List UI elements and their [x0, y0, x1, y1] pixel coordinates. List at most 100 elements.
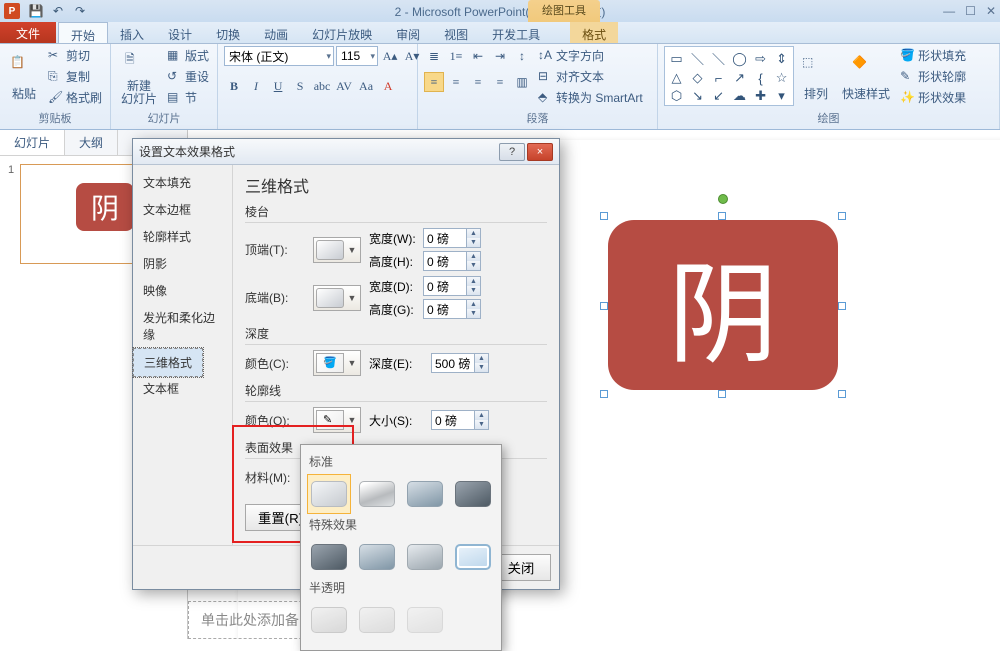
shape-star-icon[interactable]: ☆ [772, 70, 791, 86]
shape-hex-icon[interactable]: ⬡ [667, 88, 686, 104]
nav-3d-format[interactable]: 三维格式 [133, 348, 203, 377]
decrease-indent-icon[interactable]: ⇤ [468, 46, 488, 66]
material-option-flat[interactable] [403, 537, 447, 577]
shape-cloud-icon[interactable]: ☁ [730, 88, 749, 104]
cut-button[interactable]: ✂剪切 [46, 46, 104, 64]
dialog-titlebar[interactable]: 设置文本效果格式 ? × [133, 139, 559, 165]
paste-button[interactable]: 📋 粘贴 [6, 46, 42, 110]
material-option-powder[interactable] [307, 600, 351, 640]
material-option-metal[interactable] [451, 474, 495, 514]
top-height-spinner[interactable]: ▲▼ [423, 251, 481, 271]
font-name-combo[interactable]: 宋体 (正文) [224, 46, 334, 66]
resize-handle-w[interactable] [600, 302, 608, 310]
resize-handle-se[interactable] [838, 390, 846, 398]
convert-smartart-button[interactable]: ⬘转换为 SmartArt [536, 88, 645, 106]
redo-icon[interactable]: ↷ [72, 3, 88, 19]
material-option-soft-edge[interactable] [355, 537, 399, 577]
text-direction-button[interactable]: ↕A文字方向 [536, 46, 645, 64]
spin-down-icon[interactable]: ▼ [466, 238, 480, 247]
minimize-icon[interactable]: — [943, 4, 955, 18]
justify-icon[interactable]: ≡ [490, 72, 510, 92]
rotation-handle[interactable] [718, 194, 728, 204]
spin-up-icon[interactable]: ▲ [466, 277, 480, 286]
resize-handle-n[interactable] [718, 212, 726, 220]
shape-more-icon[interactable]: ▾ [772, 88, 791, 104]
numbering-icon[interactable]: 1≡ [446, 46, 466, 66]
shapes-gallery[interactable]: ▭ ＼ ＼ ◯ ⇨ ⇕ △ ◇ ⌐ ↗ { ☆ ⬡ ↘ ↙ ☁ ✚ ▾ [664, 46, 794, 106]
spin-up-icon[interactable]: ▲ [466, 229, 480, 238]
format-painter-button[interactable]: 🖌格式刷 [46, 88, 104, 106]
material-option-wireframe[interactable] [451, 537, 495, 577]
align-right-icon[interactable]: ≡ [468, 72, 488, 92]
section-button[interactable]: ▤节 [165, 88, 211, 106]
depth-spinner[interactable]: ▲▼ [431, 353, 489, 373]
tab-slides-thumbs[interactable]: 幻灯片 [0, 130, 65, 155]
increase-indent-icon[interactable]: ⇥ [490, 46, 510, 66]
shape-rect-icon[interactable]: ▭ [667, 49, 686, 68]
resize-handle-ne[interactable] [838, 212, 846, 220]
maximize-icon[interactable]: ☐ [965, 4, 976, 18]
strikethrough-button[interactable]: S [290, 76, 310, 96]
italic-button[interactable]: I [246, 76, 266, 96]
spin-up-icon[interactable]: ▲ [466, 300, 480, 309]
quick-styles-button[interactable]: 🔶 快速样式 [838, 46, 894, 110]
material-option-translucent[interactable] [355, 600, 399, 640]
shape-tri-icon[interactable]: △ [667, 70, 686, 86]
nav-glow[interactable]: 发光和柔化边缘 [133, 304, 232, 348]
tab-view[interactable]: 视图 [432, 22, 480, 43]
new-slide-button[interactable]: 🗎 新建 幻灯片 [117, 46, 161, 110]
arrange-button[interactable]: ⬚ 排列 [798, 46, 834, 110]
tab-slideshow[interactable]: 幻灯片放映 [300, 22, 384, 43]
reset-button[interactable]: ↺重设 [165, 67, 211, 85]
tab-review[interactable]: 审阅 [384, 22, 432, 43]
spin-down-icon[interactable]: ▼ [474, 363, 488, 372]
bottom-width-spinner[interactable]: ▲▼ [423, 276, 481, 296]
shape-arrow-icon[interactable]: ⇨ [751, 49, 770, 68]
material-option-clear[interactable] [403, 600, 447, 640]
contour-color-dropdown[interactable]: ✎▼ [313, 407, 361, 433]
bold-button[interactable]: B [224, 76, 244, 96]
font-color-button[interactable]: A [378, 76, 398, 96]
nav-text-fill[interactable]: 文本填充 [133, 169, 232, 196]
tab-animations[interactable]: 动画 [252, 22, 300, 43]
dialog-help-button[interactable]: ? [499, 143, 525, 161]
shape-line-icon[interactable]: ＼ [688, 49, 707, 68]
columns-icon[interactable]: ▥ [512, 72, 532, 92]
align-left-icon[interactable]: ≡ [424, 72, 444, 92]
close-window-icon[interactable]: ✕ [986, 4, 996, 18]
material-option-plastic[interactable] [403, 474, 447, 514]
shadow-button-font[interactable]: abc [312, 76, 332, 96]
top-bevel-dropdown[interactable]: ▼ [313, 237, 361, 263]
shape-arrow2-icon[interactable]: ↗ [730, 70, 749, 86]
material-option-matte[interactable] [355, 474, 399, 514]
shape-updown-icon[interactable]: ⇕ [772, 49, 791, 68]
shape-brace-icon[interactable]: { [751, 70, 770, 86]
underline-button[interactable]: U [268, 76, 288, 96]
bottom-bevel-dropdown[interactable]: ▼ [313, 285, 361, 311]
char-spacing-button[interactable]: AV [334, 76, 354, 96]
shape-line2-icon[interactable]: ＼ [709, 49, 728, 68]
nav-textbox[interactable]: 文本框 [133, 375, 232, 402]
spin-down-icon[interactable]: ▼ [474, 420, 488, 429]
tab-developer[interactable]: 开发工具 [480, 22, 552, 43]
save-icon[interactable]: 💾 [28, 3, 44, 19]
copy-button[interactable]: ⎘复制 [46, 67, 104, 85]
shape-effects-button[interactable]: ✨形状效果 [898, 88, 968, 106]
tab-outline[interactable]: 大纲 [65, 130, 118, 155]
layout-button[interactable]: ▦版式 [165, 46, 211, 64]
shape-conn2-icon[interactable]: ↙ [709, 88, 728, 104]
spin-down-icon[interactable]: ▼ [466, 261, 480, 270]
dialog-close-button[interactable]: × [527, 143, 553, 161]
undo-icon[interactable]: ↶ [50, 3, 66, 19]
tab-insert[interactable]: 插入 [108, 22, 156, 43]
material-option-matte-warm[interactable] [307, 474, 351, 514]
tab-home[interactable]: 开始 [58, 22, 108, 43]
bullets-icon[interactable]: ≣ [424, 46, 444, 66]
shape-diamond-icon[interactable]: ◇ [688, 70, 707, 86]
resize-handle-e[interactable] [838, 302, 846, 310]
tab-transitions[interactable]: 切换 [204, 22, 252, 43]
nav-reflection[interactable]: 映像 [133, 277, 232, 304]
shape-plus-icon[interactable]: ✚ [751, 88, 770, 104]
font-size-combo[interactable]: 115 [336, 46, 378, 66]
material-option-dark-edge[interactable] [307, 537, 351, 577]
